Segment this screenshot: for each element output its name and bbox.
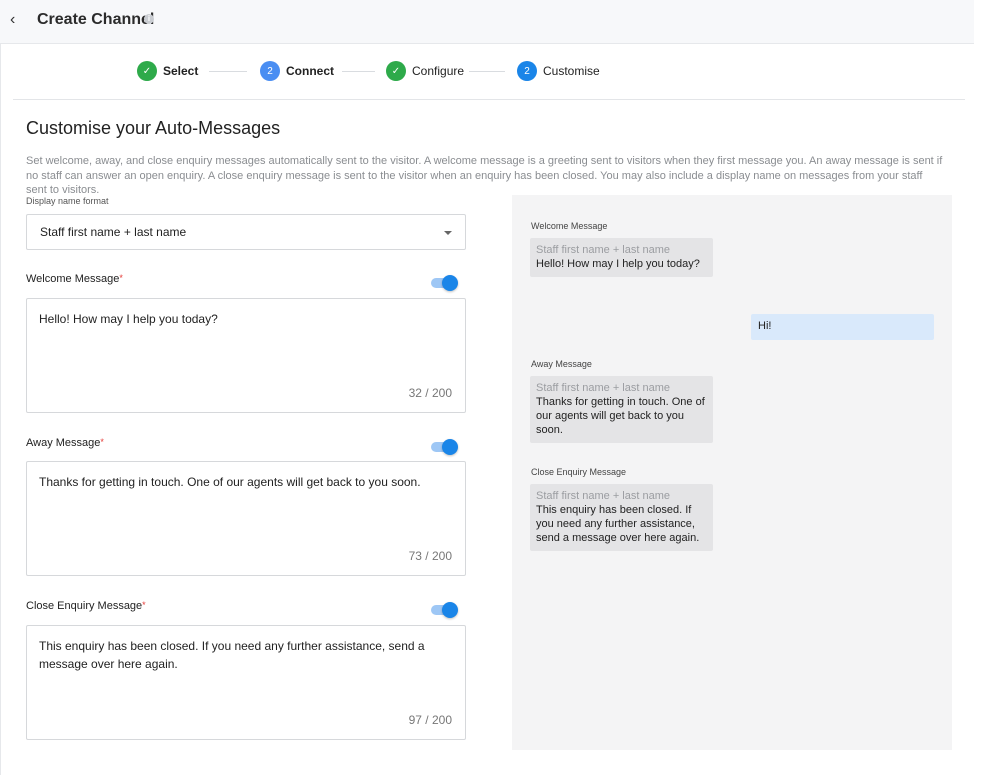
required-mark: * — [142, 600, 146, 610]
section-description: Set welcome, away, and close enquiry mes… — [26, 155, 943, 196]
label-text: Close Enquiry Message — [26, 600, 143, 612]
step-connector — [209, 71, 247, 72]
sender-name: Staff first name + last name — [536, 382, 670, 394]
bubble-text: Hello! How may I help you today? — [536, 258, 700, 270]
welcome-message-label: Welcome Message* — [26, 273, 123, 285]
step-label: Select — [163, 64, 199, 78]
preview-away-bubble: Staff first name + last name Thanks for … — [530, 376, 713, 443]
step-select[interactable]: ✓ Select — [137, 61, 198, 81]
away-message-toggle[interactable] — [431, 438, 459, 455]
section-title: Customise your Auto-Messages — [26, 118, 281, 138]
select-value: Staff first name + last name — [40, 225, 187, 239]
required-mark: * — [100, 437, 104, 447]
required-mark: * — [119, 273, 123, 283]
label-text: Welcome Message — [26, 273, 120, 285]
bubble-text: Thanks for getting in touch. One of our … — [536, 396, 705, 436]
step-number: 2 — [260, 61, 280, 81]
preview-user-bubble: Hi! — [751, 314, 934, 340]
textarea-value: Hello! How may I help you today? — [39, 312, 218, 326]
close-enquiry-message-toggle[interactable] — [431, 601, 459, 618]
step-label: Connect — [286, 64, 334, 78]
sender-name: Staff first name + last name — [536, 490, 670, 502]
label-text: Away Message — [26, 437, 101, 449]
display-name-format-label: Display name format — [26, 196, 109, 206]
preview-close-enquiry-label: Close Enquiry Message — [531, 467, 627, 477]
display-name-format-select[interactable]: Staff first name + last name — [26, 214, 466, 250]
close-enquiry-message-textarea[interactable]: This enquiry has been closed. If you nee… — [26, 625, 466, 740]
stepper: ✓ Select 2 Connect ✓ Configure 2 Customi… — [0, 44, 974, 100]
toggle-knob — [442, 439, 458, 455]
check-icon: ✓ — [386, 61, 406, 81]
preview-away-label: Away Message — [531, 359, 592, 369]
character-counter: 97 / 200 — [408, 713, 452, 727]
preview-welcome-bubble: Staff first name + last name Hello! How … — [530, 238, 713, 277]
preview-close-enquiry-bubble: Staff first name + last name This enquir… — [530, 484, 713, 551]
away-message-label: Away Message* — [26, 437, 104, 449]
step-label: Configure — [412, 64, 465, 78]
welcome-message-textarea[interactable]: Hello! How may I help you today? 32 / 20… — [26, 298, 466, 413]
step-customise[interactable]: 2 Customise — [517, 61, 600, 81]
textarea-value: This enquiry has been closed. If you nee… — [39, 639, 425, 671]
character-counter: 73 / 200 — [408, 549, 452, 563]
sender-name: Staff first name + last name — [536, 244, 670, 256]
panel-border — [0, 44, 1, 775]
step-connector — [469, 71, 505, 72]
toggle-knob — [442, 602, 458, 618]
caret-down-icon — [444, 231, 452, 235]
toggle-knob — [442, 275, 458, 291]
page-title: Create Channel — [37, 11, 155, 28]
welcome-message-toggle[interactable] — [431, 274, 459, 291]
check-icon: ✓ — [137, 61, 157, 81]
step-configure[interactable]: ✓ Configure — [386, 61, 464, 81]
header-bar: ‹ Create Channel i — [0, 0, 974, 44]
message-preview-panel: Welcome Message Staff first name + last … — [512, 195, 952, 750]
step-label: Customise — [543, 64, 600, 78]
away-message-textarea[interactable]: Thanks for getting in touch. One of our … — [26, 461, 466, 576]
textarea-value: Thanks for getting in touch. One of our … — [39, 475, 421, 489]
preview-welcome-label: Welcome Message — [531, 221, 608, 231]
chevron-left-icon[interactable]: ‹ — [10, 12, 24, 28]
bubble-text: This enquiry has been closed. If you nee… — [536, 504, 700, 544]
step-number: 2 — [517, 61, 537, 81]
step-connector — [342, 71, 375, 72]
close-enquiry-message-label: Close Enquiry Message* — [26, 600, 146, 612]
divider — [13, 99, 965, 100]
info-icon[interactable]: i — [144, 14, 154, 24]
character-counter: 32 / 200 — [408, 386, 452, 400]
step-connect[interactable]: 2 Connect — [260, 61, 334, 81]
